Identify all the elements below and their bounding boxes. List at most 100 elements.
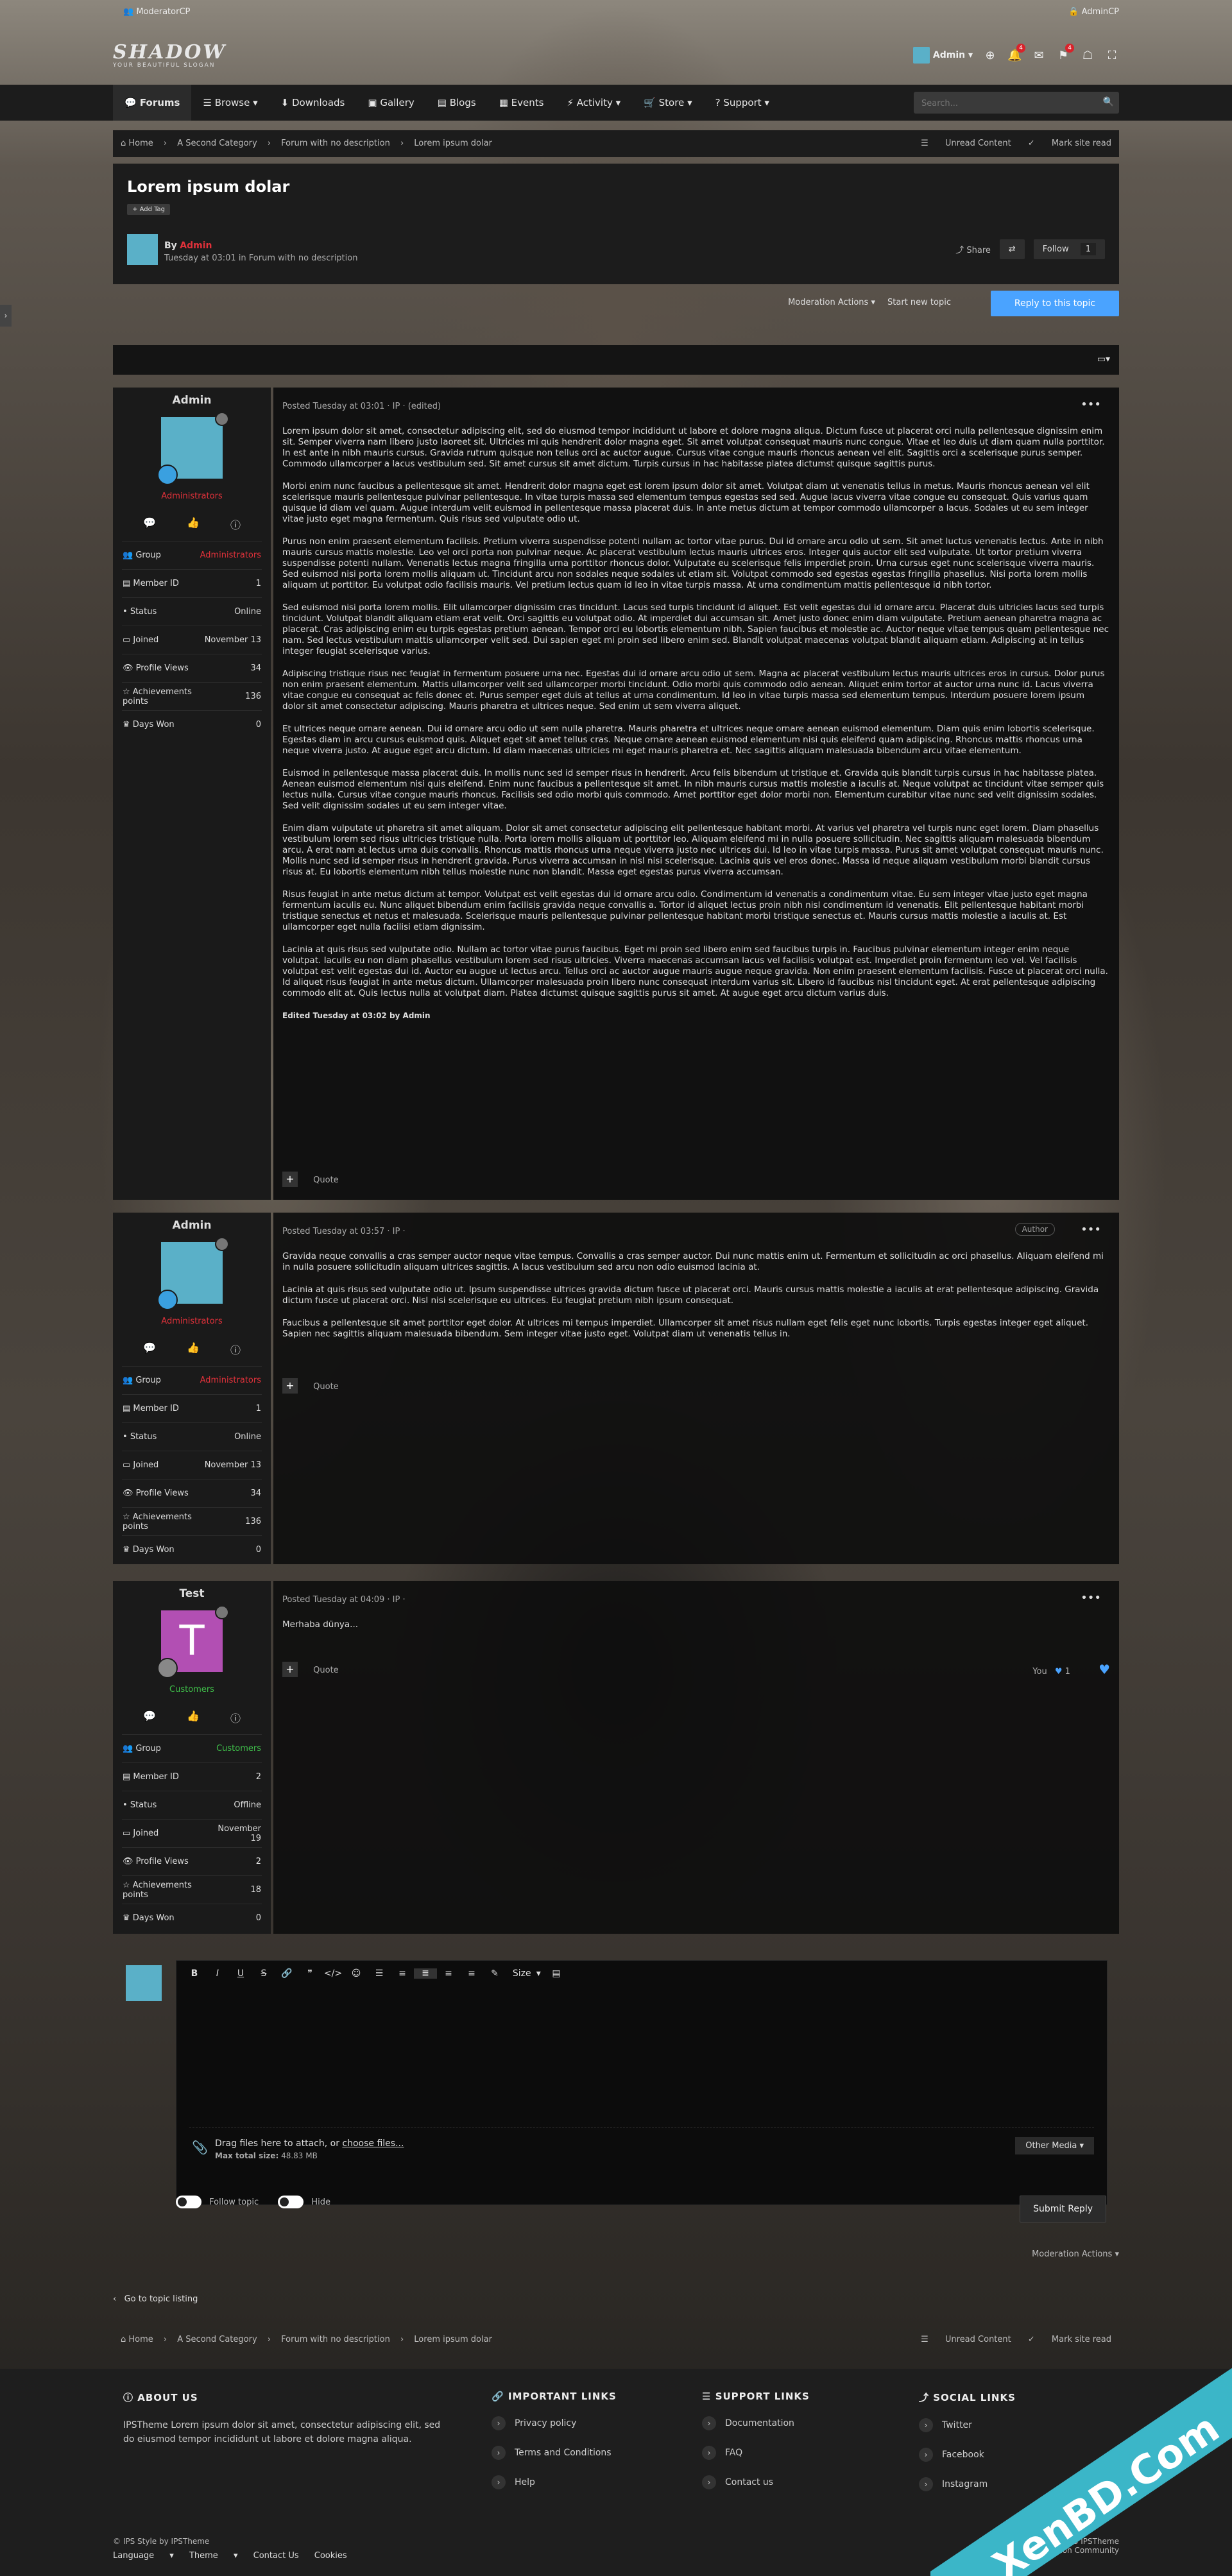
comment-icon[interactable]: 💬 [143,1342,156,1357]
comment-icon[interactable]: 💬 [143,1710,156,1725]
multiquote-icon[interactable]: ▭▾ [1097,354,1110,364]
author-name[interactable]: Admin [113,394,271,407]
footer-link[interactable]: › Contact us [702,2475,888,2505]
share-button[interactable]: ⤴ Share [955,243,991,255]
follow-button[interactable]: Follow 1 [1033,239,1105,259]
crumb-home[interactable]: ⌂ Home › [121,139,167,148]
start-new-topic-button[interactable]: Start new topic [887,298,951,307]
nav-store[interactable]: 🛒 Store ▾ [632,85,703,121]
nav-forums[interactable]: 💬 Forums [113,85,192,121]
info-icon[interactable]: ⓘ [230,516,241,532]
user-dropdown[interactable]: Admin ▾ [913,47,973,64]
choose-files-link[interactable]: choose files... [342,2138,404,2149]
nav-events[interactable]: ▦ Events [488,85,556,121]
avatar[interactable] [157,1237,229,1310]
cookies-link[interactable]: Cookies [314,2551,347,2561]
moderation-actions-button[interactable]: Moderation Actions ▾ [788,298,875,307]
avatar[interactable]: T [157,1605,229,1678]
footer-link[interactable]: › Help [492,2475,678,2505]
more-options-icon[interactable]: ••• [1081,1591,1101,1605]
info-icon[interactable]: ⓘ [230,1710,241,1725]
quote-button[interactable]: Quote [313,1175,339,1185]
emoji-icon[interactable]: ☺ [345,1968,368,1979]
preview-icon[interactable]: ▤ [545,1968,568,1979]
avatar[interactable] [157,412,229,485]
italic-icon[interactable]: I [206,1968,229,1979]
font-size-dropdown[interactable]: Size ▾ [506,1968,545,1979]
align-right-icon[interactable]: ≡ [460,1968,483,1979]
nav-browse[interactable]: ☰ Browse ▾ [191,85,269,121]
footer-link[interactable]: › Privacy policy [492,2416,678,2446]
admin-cp-link[interactable]: 🔒 AdminCP [1068,7,1119,17]
author-name[interactable]: Test [113,1587,271,1600]
align-center-icon[interactable]: ≡ [437,1968,460,1979]
quote-button[interactable]: Quote [313,1382,339,1392]
footer-link[interactable]: › FAQ [702,2446,888,2475]
quote-button[interactable]: Quote [313,1666,339,1675]
link-icon[interactable]: 🔗 [275,1968,298,1979]
align-left-icon[interactable]: ≣ [414,1968,437,1979]
crumb-category[interactable]: A Second Category › [177,2335,271,2344]
crumb-category[interactable]: A Second Category › [177,139,271,148]
hide-toggle[interactable] [278,2196,304,2208]
search-input[interactable] [914,92,1096,115]
expand-icon[interactable]: ⛶ [1105,49,1119,62]
author-name[interactable]: Admin [113,1219,271,1232]
editor-box[interactable]: B I U S 🔗 ❞ </> ☺ ☰ ≡ ≣ ≡ ≡ ✎ Size ▾ ▤ 📎… [176,1960,1108,2205]
info-icon[interactable]: ⓘ [230,1342,241,1357]
moderator-cp-link[interactable]: 👥 ModeratorCP [123,7,190,17]
theme-selector[interactable]: Theme ▾ [189,2551,238,2561]
create-icon[interactable]: ⊕ [983,49,997,62]
search-icon[interactable]: 🔍 [1103,97,1114,107]
footer-link[interactable]: › Terms and Conditions [492,2446,678,2475]
envelope-icon[interactable]: ✉ [1032,49,1046,62]
other-media-button[interactable]: Other Media ▾ [1015,2137,1094,2154]
bullet-list-icon[interactable]: ☰ [368,1968,391,1979]
nav-gallery[interactable]: ▣ Gallery [356,85,425,121]
thumbs-up-icon[interactable]: 👍 [187,1710,200,1725]
mark-site-read-link[interactable]: ✓ Mark site read [1028,2335,1111,2344]
site-logo[interactable]: SHADOW YOUR BEAUTIFUL SLOGAN [113,41,227,69]
thumbs-up-icon[interactable]: 👍 [187,516,200,532]
paint-icon[interactable]: ✎ [483,1968,506,1979]
nav-downloads[interactable]: ⬇ Downloads [270,85,357,121]
more-options-icon[interactable]: ••• [1081,398,1101,411]
multiquote-add-button[interactable]: + [282,1662,298,1677]
follow-topic-toggle[interactable] [176,2196,201,2208]
spy-icon[interactable]: ☖ [1081,49,1095,62]
react-button-icon[interactable]: ♥ [1099,1662,1110,1677]
comment-icon[interactable]: 💬 [143,516,156,532]
like-reaction-icon[interactable]: ♥ [1055,1667,1063,1676]
footer-link[interactable]: › Documentation [702,2416,888,2446]
multiquote-add-button[interactable]: + [282,1172,298,1187]
side-toggle-tab[interactable]: › [0,305,12,327]
quote-icon[interactable]: ❞ [298,1968,321,1979]
nav-activity[interactable]: ⚡ Activity ▾ [555,85,632,121]
add-tag-button[interactable]: + Add Tag [127,204,171,215]
bell-icon[interactable]: 🔔 4 [1007,43,1025,62]
code-icon[interactable]: </> [321,1968,345,1979]
feed-button[interactable]: ⇄ [999,239,1025,259]
crumb-home[interactable]: ⌂ Home › [121,2335,167,2344]
avatar[interactable] [127,234,158,265]
numbered-list-icon[interactable]: ≡ [391,1968,414,1979]
flag-icon[interactable]: ⚑ 4 [1056,43,1074,62]
bold-icon[interactable]: B [183,1968,206,1979]
nav-support[interactable]: ? Support ▾ [704,85,781,121]
unread-content-link[interactable]: ☰ Unread Content [921,2335,1011,2344]
mark-site-read-link[interactable]: ✓ Mark site read [1028,139,1111,148]
more-options-icon[interactable]: ••• [1081,1223,1101,1236]
nav-blogs[interactable]: ▤ Blogs [426,85,488,121]
crumb-forum[interactable]: Forum with no description › [281,2335,404,2344]
language-selector[interactable]: Language ▾ [113,2551,174,2561]
crumb-forum[interactable]: Forum with no description › [281,139,404,148]
crumb-topic[interactable]: Lorem ipsum dolar [414,2335,500,2344]
strikethrough-icon[interactable]: S [252,1968,275,1979]
moderation-actions-bottom[interactable]: Moderation Actions ▾ [1032,2249,1119,2259]
unread-content-link[interactable]: ☰ Unread Content [921,139,1011,148]
crumb-topic[interactable]: Lorem ipsum dolar [414,139,500,148]
contact-us-link[interactable]: Contact Us [253,2551,299,2561]
underline-icon[interactable]: U [229,1968,252,1979]
topic-author-link[interactable]: Admin [180,241,212,251]
thumbs-up-icon[interactable]: 👍 [187,1342,200,1357]
